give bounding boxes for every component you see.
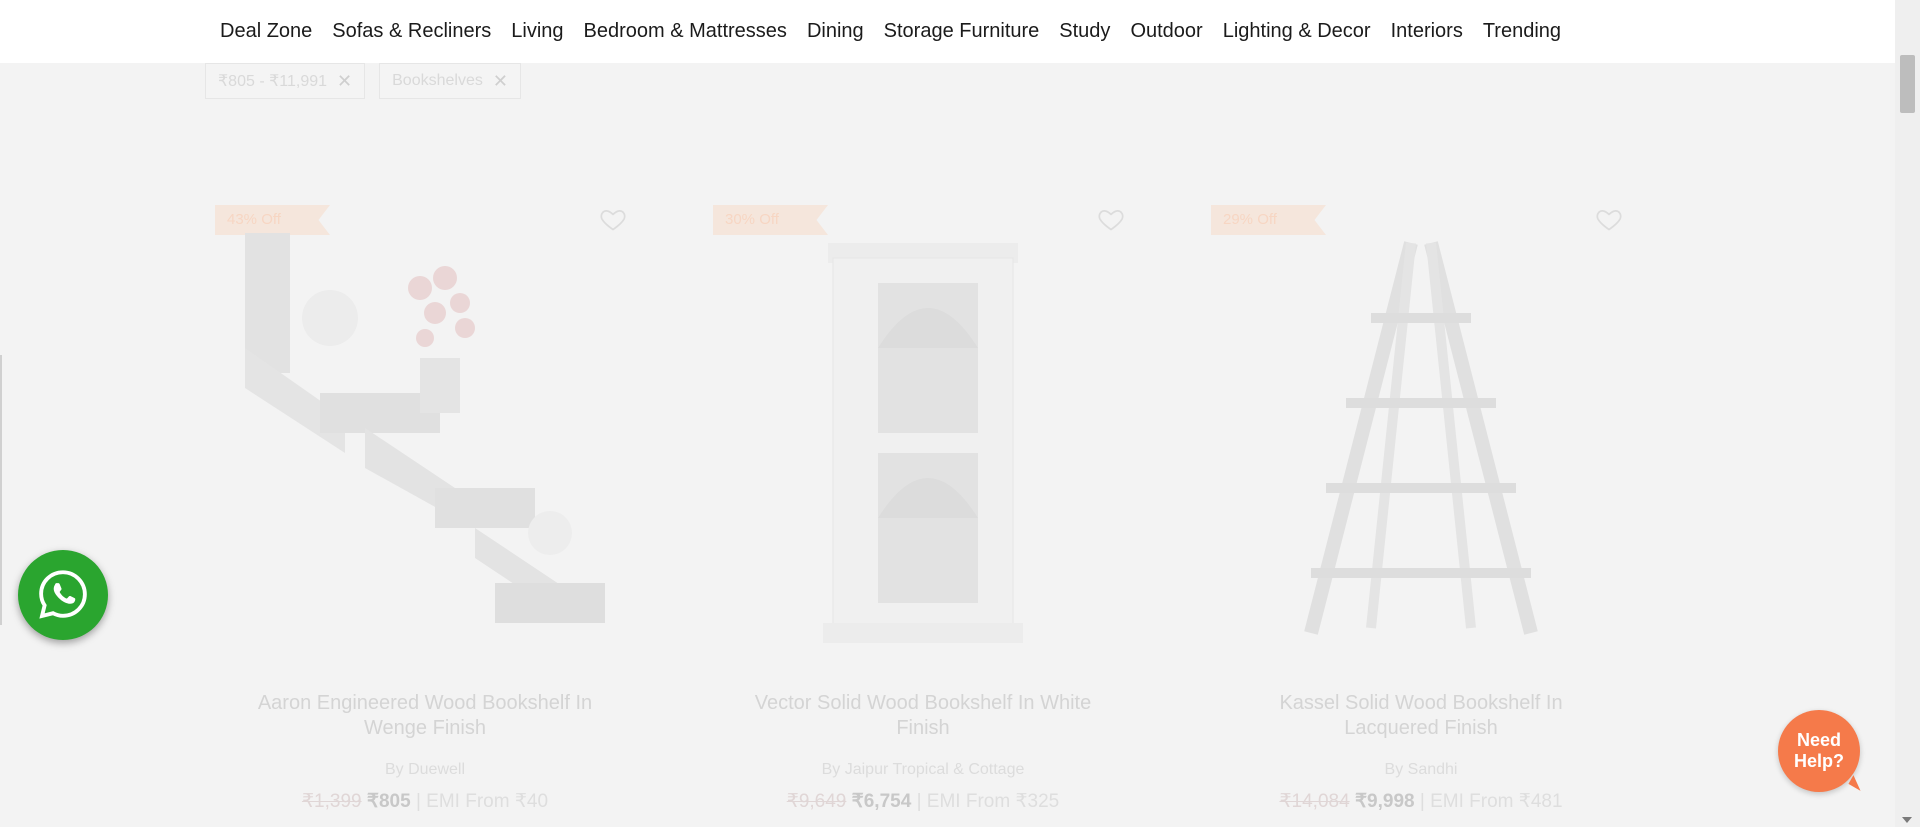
product-brand[interactable]: By Sandhi bbox=[1231, 761, 1611, 779]
nav-lighting-decor[interactable]: Lighting & Decor bbox=[1223, 20, 1371, 43]
nav-outdoor[interactable]: Outdoor bbox=[1130, 20, 1202, 43]
product-card[interactable]: 29% Off Kassel Solid Wood Bookshelf In L… bbox=[1201, 183, 1641, 823]
emi-text: | EMI From ₹481 bbox=[1419, 791, 1563, 812]
nav-interiors[interactable]: Interiors bbox=[1391, 20, 1463, 43]
product-image[interactable] bbox=[723, 228, 1123, 648]
product-image[interactable] bbox=[225, 228, 625, 648]
sale-price: ₹6,754 bbox=[851, 791, 912, 812]
emi-text: | EMI From ₹325 bbox=[916, 791, 1060, 812]
nav-dining[interactable]: Dining bbox=[807, 20, 864, 43]
nav-deal-zone[interactable]: Deal Zone bbox=[220, 20, 312, 43]
product-title[interactable]: Vector Solid Wood Bookshelf In White Fin… bbox=[733, 691, 1113, 741]
product-card[interactable]: 43% Off Aaron Engineered Wood Bookshelf … bbox=[205, 183, 645, 823]
top-navigation: Deal Zone Sofas & Recliners Living Bedro… bbox=[0, 0, 1895, 63]
product-title[interactable]: Aaron Engineered Wood Bookshelf In Wenge… bbox=[235, 691, 615, 741]
scrollbar-thumb[interactable] bbox=[1900, 55, 1915, 113]
filter-chip-price[interactable]: ₹805 - ₹11,991 ✕ bbox=[205, 63, 366, 99]
whatsapp-icon bbox=[39, 570, 87, 619]
need-help-button[interactable]: Need Help? bbox=[1778, 710, 1860, 792]
sale-price: ₹9,998 bbox=[1354, 791, 1415, 812]
price-line: ₹9,649 ₹6,754 | EMI From ₹325 bbox=[733, 790, 1113, 813]
product-listing: ₹805 - ₹11,991 ✕ Bookshelves ✕ 43% Off A… bbox=[0, 63, 1895, 827]
original-price: ₹14,084 bbox=[1279, 791, 1350, 812]
filter-chip-label: ₹805 - ₹11,991 bbox=[218, 73, 328, 90]
applied-filters: ₹805 - ₹11,991 ✕ Bookshelves ✕ bbox=[205, 63, 521, 99]
nav-study[interactable]: Study bbox=[1059, 20, 1110, 43]
scroll-down-arrow-icon[interactable] bbox=[1902, 817, 1912, 823]
product-brand[interactable]: By Jaipur Tropical & Cottage bbox=[733, 761, 1113, 779]
filter-chip-label: Bookshelves bbox=[392, 72, 483, 89]
nav-trending[interactable]: Trending bbox=[1483, 20, 1561, 43]
price-line: ₹14,084 ₹9,998 | EMI From ₹481 bbox=[1231, 790, 1611, 813]
close-icon[interactable]: ✕ bbox=[337, 71, 352, 92]
price-line: ₹1,399 ₹805 | EMI From ₹40 bbox=[235, 790, 615, 813]
original-price: ₹1,399 bbox=[301, 791, 362, 812]
product-card[interactable]: 30% Off Vector Solid Wood Bookshelf In W… bbox=[703, 183, 1143, 823]
need-help-label: Need Help? bbox=[1793, 730, 1844, 771]
page-scrollbar[interactable] bbox=[1895, 0, 1920, 827]
product-title[interactable]: Kassel Solid Wood Bookshelf In Lacquered… bbox=[1231, 691, 1611, 741]
nav-sofas-recliners[interactable]: Sofas & Recliners bbox=[332, 20, 491, 43]
whatsapp-button[interactable] bbox=[18, 550, 108, 640]
nav-bedroom-mattresses[interactable]: Bedroom & Mattresses bbox=[584, 20, 787, 43]
original-price: ₹9,649 bbox=[786, 791, 847, 812]
emi-text: | EMI From ₹40 bbox=[415, 791, 549, 812]
nav-storage-furniture[interactable]: Storage Furniture bbox=[884, 20, 1040, 43]
close-icon[interactable]: ✕ bbox=[493, 71, 508, 92]
product-image[interactable] bbox=[1221, 228, 1621, 648]
filter-chip-category[interactable]: Bookshelves ✕ bbox=[379, 63, 521, 99]
product-brand[interactable]: By Duewell bbox=[235, 761, 615, 779]
side-panel-edge bbox=[0, 355, 2, 625]
sale-price: ₹805 bbox=[366, 791, 411, 812]
nav-living[interactable]: Living bbox=[511, 20, 563, 43]
